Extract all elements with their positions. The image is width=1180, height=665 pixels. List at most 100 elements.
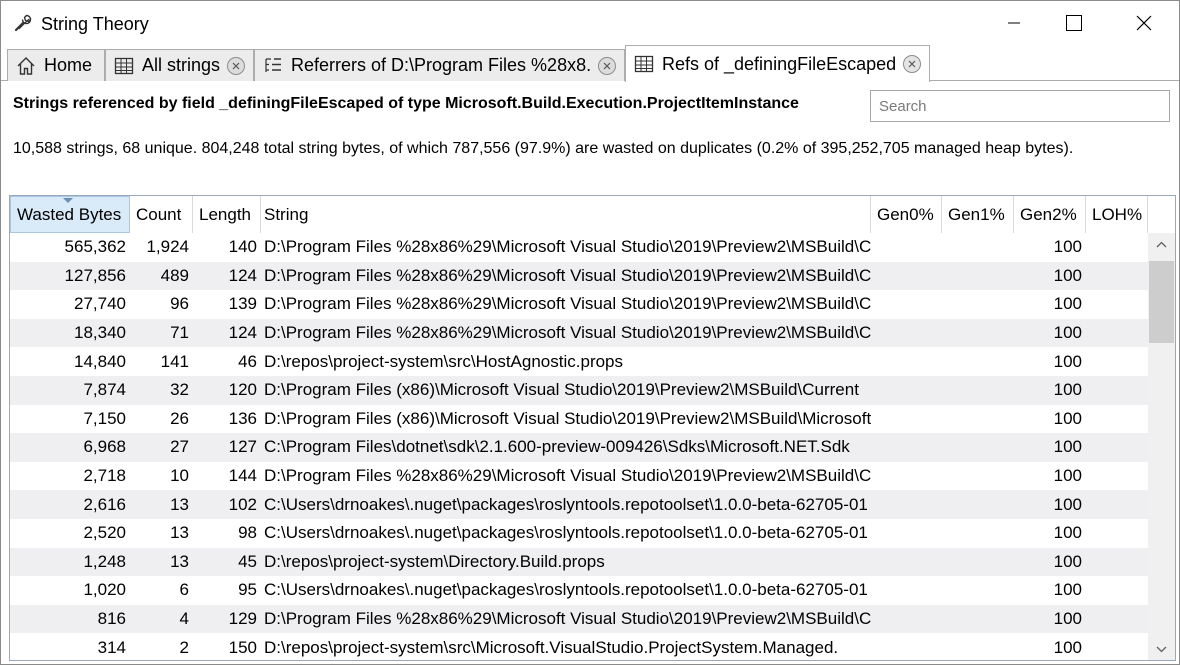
grid-rows: 565,362 1,924 140 D:\Program Files %28x86%2… xyxy=(10,233,1148,660)
summary-text: 10,588 strings, 68 unique. 804,248 total… xyxy=(13,140,1074,157)
wasted-bytes-cell: 1,248 xyxy=(83,551,126,571)
scroll-up-button[interactable] xyxy=(1148,233,1175,255)
count-cell: 1,924 xyxy=(146,237,189,257)
column-header-length[interactable]: Length xyxy=(193,196,261,233)
gen0-cell xyxy=(871,347,942,376)
tab-refs[interactable]: Refs of _definingFileEscaped xyxy=(625,45,930,82)
table-row[interactable]: 565,362 1,924 140 D:\Program Files %28x86%2… xyxy=(10,233,1148,262)
string-cell: C:\Users\drnoakes\.nuget\packages\roslyn… xyxy=(264,580,868,600)
column-header-string[interactable]: String xyxy=(261,196,871,233)
count-cell: 32 xyxy=(170,380,189,400)
gen1-cell xyxy=(942,519,1014,548)
string-cell: D:\repos\project-system\src\Microsoft.Vi… xyxy=(264,637,839,657)
close-icon xyxy=(908,60,916,68)
column-header-gen2[interactable]: Gen2% xyxy=(1014,196,1086,233)
gen1-cell xyxy=(942,347,1014,376)
column-header-gen1[interactable]: Gen1% xyxy=(942,196,1014,233)
table-row[interactable]: 6,968 27 127 C:\Program Files\dotnet\sdk\2.… xyxy=(10,433,1148,462)
tab-referrers[interactable]: Referrers of D:\Program Files %28x8... xyxy=(254,49,625,81)
count-cell: 26 xyxy=(170,408,189,428)
tab-label: Referrers of D:\Program Files %28x8... xyxy=(291,55,592,75)
gen1-cell xyxy=(942,490,1014,519)
tab-home[interactable]: Home xyxy=(7,49,105,81)
table-icon xyxy=(634,55,654,73)
gen1-cell xyxy=(942,319,1014,348)
wasted-bytes-cell: 18,340 xyxy=(74,323,126,343)
table-row[interactable]: 1,020 6 95 C:\Users\drnoakes\.nuget\package… xyxy=(10,576,1148,605)
gen0-cell xyxy=(871,433,942,462)
minimize-button[interactable] xyxy=(991,1,1037,45)
tab-all-strings[interactable]: All strings xyxy=(105,49,254,81)
gen2-cell: 100 xyxy=(1053,437,1082,457)
gen2-cell: 100 xyxy=(1053,466,1082,486)
maximize-icon xyxy=(1066,15,1082,31)
title-bar[interactable]: String Theory xyxy=(1,1,1179,45)
gen1-cell xyxy=(942,433,1014,462)
column-header-gen0[interactable]: Gen0% xyxy=(871,196,942,233)
table-row[interactable]: 14,840 141 46 D:\repos\project-system\src\H… xyxy=(10,347,1148,376)
table-row[interactable]: 2,718 10 144 D:\Program Files %28x86%29\Mic… xyxy=(10,462,1148,491)
table-row[interactable]: 7,150 26 136 D:\Program Files (x86)\Microso… xyxy=(10,405,1148,434)
tab-label: Refs of _definingFileEscaped xyxy=(662,53,897,74)
table-row[interactable]: 7,874 32 120 D:\Program Files (x86)\Microso… xyxy=(10,375,1148,405)
gen2-cell: 100 xyxy=(1053,408,1082,428)
length-cell: 140 xyxy=(228,237,257,257)
gen2-cell: 100 xyxy=(1053,523,1082,543)
search-input[interactable] xyxy=(870,90,1170,122)
scrollbar-thumb[interactable] xyxy=(1149,261,1174,343)
tab-close-button[interactable] xyxy=(903,55,921,73)
gen0-cell xyxy=(871,576,942,605)
column-header-label: Gen0% xyxy=(877,204,934,224)
length-cell: 144 xyxy=(228,466,257,486)
column-header-loh[interactable]: LOH% xyxy=(1086,196,1148,233)
close-button[interactable] xyxy=(1121,1,1167,45)
count-cell: 489 xyxy=(160,265,189,285)
length-cell: 46 xyxy=(238,351,257,371)
table-row[interactable]: 2,616 13 102 C:\Users\drnoakes\.nuget\packa… xyxy=(10,490,1148,519)
string-cell: D:\repos\project-system\Directory.Build.… xyxy=(264,551,605,571)
length-cell: 102 xyxy=(228,494,257,514)
strings-grid[interactable]: Wasted Bytes Count Length String Gen0% G… xyxy=(9,195,1176,661)
count-cell: 141 xyxy=(160,351,189,371)
string-cell: C:\Program Files\dotnet\sdk\2.1.600-prev… xyxy=(264,437,850,457)
string-cell: D:\repos\project-system\src\HostAgnostic… xyxy=(264,351,624,371)
gen1-cell xyxy=(942,605,1014,634)
gen1-cell xyxy=(942,633,1014,660)
minimize-icon xyxy=(1008,22,1020,24)
length-cell: 98 xyxy=(238,523,257,543)
string-cell: C:\Users\drnoakes\.nuget\packages\roslyn… xyxy=(264,523,868,543)
table-row[interactable]: 1,248 13 45 D:\repos\project-system\Directo… xyxy=(10,547,1148,577)
wasted-bytes-cell: 314 xyxy=(97,637,126,657)
count-cell: 27 xyxy=(170,437,189,457)
length-cell: 129 xyxy=(228,609,257,629)
wasted-bytes-cell: 127,856 xyxy=(64,265,126,285)
column-header-count[interactable]: Count xyxy=(130,196,193,233)
gen0-cell xyxy=(871,233,942,262)
wasted-bytes-cell: 2,520 xyxy=(83,523,126,543)
wasted-bytes-cell: 7,874 xyxy=(83,380,126,400)
count-cell: 71 xyxy=(170,323,189,343)
loh-cell xyxy=(1086,548,1148,577)
gen2-cell: 100 xyxy=(1053,237,1082,257)
tab-close-button[interactable] xyxy=(598,56,616,75)
table-row[interactable]: 127,856 489 124 D:\Program Files %28x86%29\… xyxy=(10,261,1148,291)
vertical-scrollbar[interactable] xyxy=(1148,233,1175,660)
scroll-down-button[interactable] xyxy=(1148,638,1175,660)
gen0-cell xyxy=(871,405,942,434)
page-heading: Strings referenced by field _definingFil… xyxy=(13,95,799,112)
column-header-wasted-bytes[interactable]: Wasted Bytes xyxy=(10,196,130,233)
tab-close-button[interactable] xyxy=(227,56,245,75)
wasted-bytes-cell: 816 xyxy=(97,609,126,629)
table-row[interactable]: 816 4 129 D:\Program Files %28x86%29\Micros… xyxy=(10,604,1148,634)
table-row[interactable]: 18,340 71 124 D:\Program Files %28x86%29\Mi… xyxy=(10,318,1148,348)
tab-label: All strings xyxy=(142,55,221,75)
table-row[interactable]: 2,520 13 98 C:\Users\drnoakes\.nuget\packag… xyxy=(10,519,1148,548)
table-row[interactable]: 27,740 96 139 D:\Program Files %28x86%29\Mi… xyxy=(10,290,1148,319)
gen2-cell: 100 xyxy=(1053,351,1082,371)
maximize-button[interactable] xyxy=(1051,1,1097,45)
gen0-cell xyxy=(871,262,942,291)
table-row[interactable]: 314 2 150 D:\repos\project-system\src\Micro… xyxy=(10,633,1148,660)
loh-cell xyxy=(1086,376,1148,405)
gen1-cell xyxy=(942,405,1014,434)
wasted-bytes-cell: 6,968 xyxy=(83,437,126,457)
